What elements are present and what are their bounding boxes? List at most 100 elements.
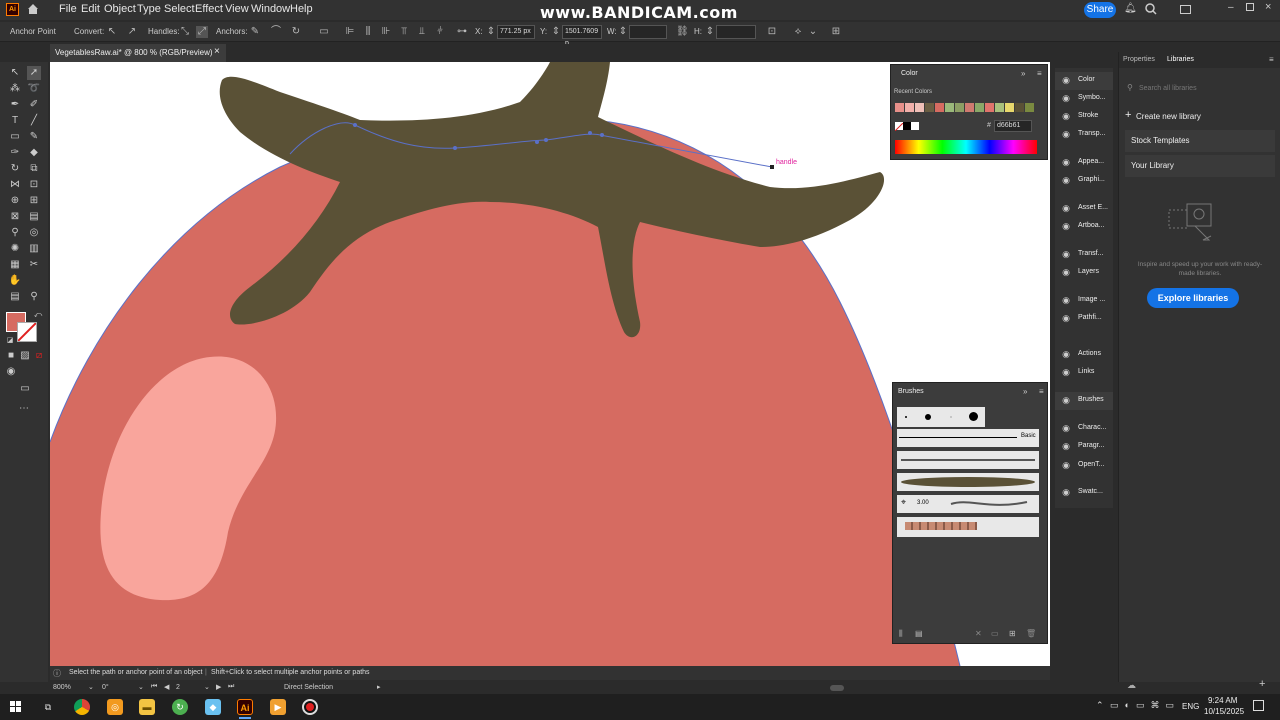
brush-dot-small[interactable] [905, 416, 907, 418]
swap-fill-stroke-icon[interactable]: ⤺ [31, 308, 45, 322]
panel-button-layers[interactable]: ◉ Layers [1055, 264, 1113, 282]
tray-chevron-icon[interactable]: ⌃ [1096, 700, 1104, 711]
panel-button-transform[interactable]: ◉ Transf... [1055, 246, 1113, 264]
brush-dot-medium[interactable] [925, 414, 931, 420]
panel-button-symbols[interactable]: ◉ Symbo... [1055, 90, 1113, 108]
brushes-panel-title[interactable]: Brushes [898, 388, 924, 395]
close-icon[interactable]: × [1265, 1, 1271, 13]
recent-color-swatch[interactable] [955, 103, 964, 112]
more-tools-icon[interactable]: ⋯ [17, 402, 31, 416]
add-icon[interactable]: + [1259, 678, 1265, 690]
task-view-icon[interactable]: ⧉ [40, 699, 56, 715]
chrome-icon[interactable] [74, 699, 90, 715]
artboard-number-field[interactable]: 2 [176, 684, 180, 691]
stock-templates-item[interactable]: Stock Templates [1125, 130, 1275, 152]
first-artboard-icon[interactable]: ⏮ [151, 683, 157, 691]
hand-tool-icon[interactable]: ✋ [8, 274, 22, 288]
status-menu-arrow-icon[interactable]: ▸ [377, 683, 381, 691]
brush-settings-icon[interactable]: ▭ [991, 629, 999, 638]
create-library-button[interactable]: + Create new library [1125, 109, 1275, 124]
selection-tool-icon[interactable]: ↖ [8, 66, 22, 80]
brush-pattern-row[interactable] [897, 517, 1039, 537]
tray-icons[interactable]: ▭◐▭⌘▭ [1110, 700, 1180, 711]
draw-mode-icon[interactable]: ◉ [4, 365, 18, 379]
remove-stroke-icon[interactable]: ✕ [975, 629, 982, 638]
cloud-icon[interactable]: ☁ [1127, 680, 1136, 691]
link-icon[interactable]: ⛓ [676, 26, 689, 38]
share-button[interactable]: Share [1084, 2, 1116, 18]
transform-icon[interactable]: ⊡ [766, 26, 778, 38]
menu-type[interactable]: Type [137, 3, 161, 15]
type-tool-icon[interactable]: T [8, 114, 22, 128]
artboard-tool-icon[interactable]: ▦ [8, 258, 22, 272]
illustrator-taskbar-icon[interactable]: Ai [237, 699, 253, 715]
recent-color-swatch[interactable] [895, 103, 904, 112]
notifications-icon[interactable] [1253, 700, 1264, 711]
w-field[interactable] [629, 25, 667, 39]
eraser-tool-icon[interactable]: ◆ [27, 146, 41, 160]
collapse-panel-icon[interactable]: » [1021, 69, 1025, 78]
menu-help[interactable]: Help [290, 3, 313, 15]
eyedropper-tool-icon[interactable]: ⚲ [8, 226, 22, 240]
menu-window[interactable]: Window [251, 3, 290, 15]
panel-button-artboards[interactable]: ◉ Artboa... [1055, 218, 1113, 236]
column-graph-tool-icon[interactable]: ▥ [27, 242, 41, 256]
slice-tool-icon[interactable]: ✂ [27, 258, 41, 272]
search-icon[interactable] [1145, 3, 1157, 15]
stroke-swatch[interactable] [17, 322, 37, 342]
recent-color-swatch[interactable] [1005, 103, 1014, 112]
recent-color-swatch[interactable] [915, 103, 924, 112]
language-indicator[interactable]: ENG [1182, 702, 1199, 711]
align-top-icon[interactable]: ⫪ [398, 26, 410, 38]
brush-leaf-row[interactable] [897, 473, 1039, 491]
zoom-select[interactable]: 800% [53, 684, 71, 691]
bell-icon[interactable]: 🔔︎ [1124, 3, 1137, 15]
paintbrush-tool-icon[interactable]: ✎ [27, 130, 41, 144]
workspace-icon[interactable] [1180, 5, 1191, 14]
panel-button-character[interactable]: ◉ Charac... [1055, 420, 1113, 438]
clock-date[interactable]: 10/15/2025 [1204, 707, 1244, 716]
tab-properties[interactable]: Properties [1123, 56, 1155, 63]
mesh-tool-icon[interactable]: ⊠ [8, 210, 22, 224]
recent-color-swatch[interactable] [1025, 103, 1034, 112]
tab-libraries[interactable]: Libraries [1167, 56, 1194, 63]
none-mode-icon[interactable]: ⧄ [32, 349, 46, 363]
scale-tool-icon[interactable]: ⧉ [27, 162, 41, 176]
align-bottom-icon[interactable]: ⫩ [434, 26, 446, 38]
align-left-icon[interactable]: ⊫ [344, 26, 356, 38]
brush-options-icon[interactable]: ▤ [915, 629, 923, 638]
close-tab-icon[interactable]: × [214, 46, 220, 57]
shape-builder-tool-icon[interactable]: ⊕ [8, 194, 22, 208]
rectangle-tool-icon[interactable]: ▭ [8, 130, 22, 144]
direct-selection-tool-icon[interactable]: ➚ [27, 66, 41, 80]
y-stepper-icon[interactable]: ⇕ [550, 26, 562, 38]
artboard-dropdown-icon[interactable]: ⌄ [204, 683, 210, 691]
lasso-tool-icon[interactable]: ➰ [27, 82, 41, 96]
panel-button-brushes[interactable]: ◉ Brushes [1055, 392, 1113, 410]
recent-color-swatch[interactable] [905, 103, 914, 112]
rotation-select[interactable]: 0° [102, 684, 109, 691]
panel-button-swatches[interactable]: ◉ Swatc... [1055, 484, 1113, 502]
dropdown-arrow-icon[interactable]: ⌄ [807, 26, 819, 38]
app-green-icon[interactable]: ↻ [172, 699, 188, 715]
panel-button-asset-export[interactable]: ◉ Asset E... [1055, 200, 1113, 218]
anchor-point[interactable] [353, 123, 357, 127]
color-panel-title[interactable]: Color [901, 70, 918, 77]
shaper-tool-icon[interactable]: ✑ [8, 146, 22, 160]
convert-smooth-icon[interactable]: ↗ [126, 26, 138, 38]
new-brush-icon[interactable]: ⊞ [1009, 629, 1016, 638]
pen-tool-icon[interactable]: ✒ [8, 98, 22, 112]
app-orange-icon[interactable]: ◎ [107, 699, 123, 715]
gradient-mode-icon[interactable]: ▨ [18, 349, 32, 363]
anchor-point[interactable] [588, 131, 592, 135]
file-explorer-icon[interactable]: ▬ [139, 699, 155, 715]
delete-brush-icon[interactable]: 🗑︎ [1026, 629, 1036, 638]
convert-corner-icon[interactable]: ↖ [106, 26, 118, 38]
hide-handles-icon[interactable]: ⤢ [196, 26, 208, 38]
home-icon[interactable] [26, 2, 40, 16]
align-center-icon[interactable]: ⫼ [362, 26, 374, 38]
hex-input[interactable]: d66b61 [994, 120, 1032, 132]
recent-color-swatch[interactable] [935, 103, 944, 112]
anchor-point[interactable] [544, 138, 548, 142]
magic-wand-tool-icon[interactable]: ⁂ [8, 82, 22, 96]
